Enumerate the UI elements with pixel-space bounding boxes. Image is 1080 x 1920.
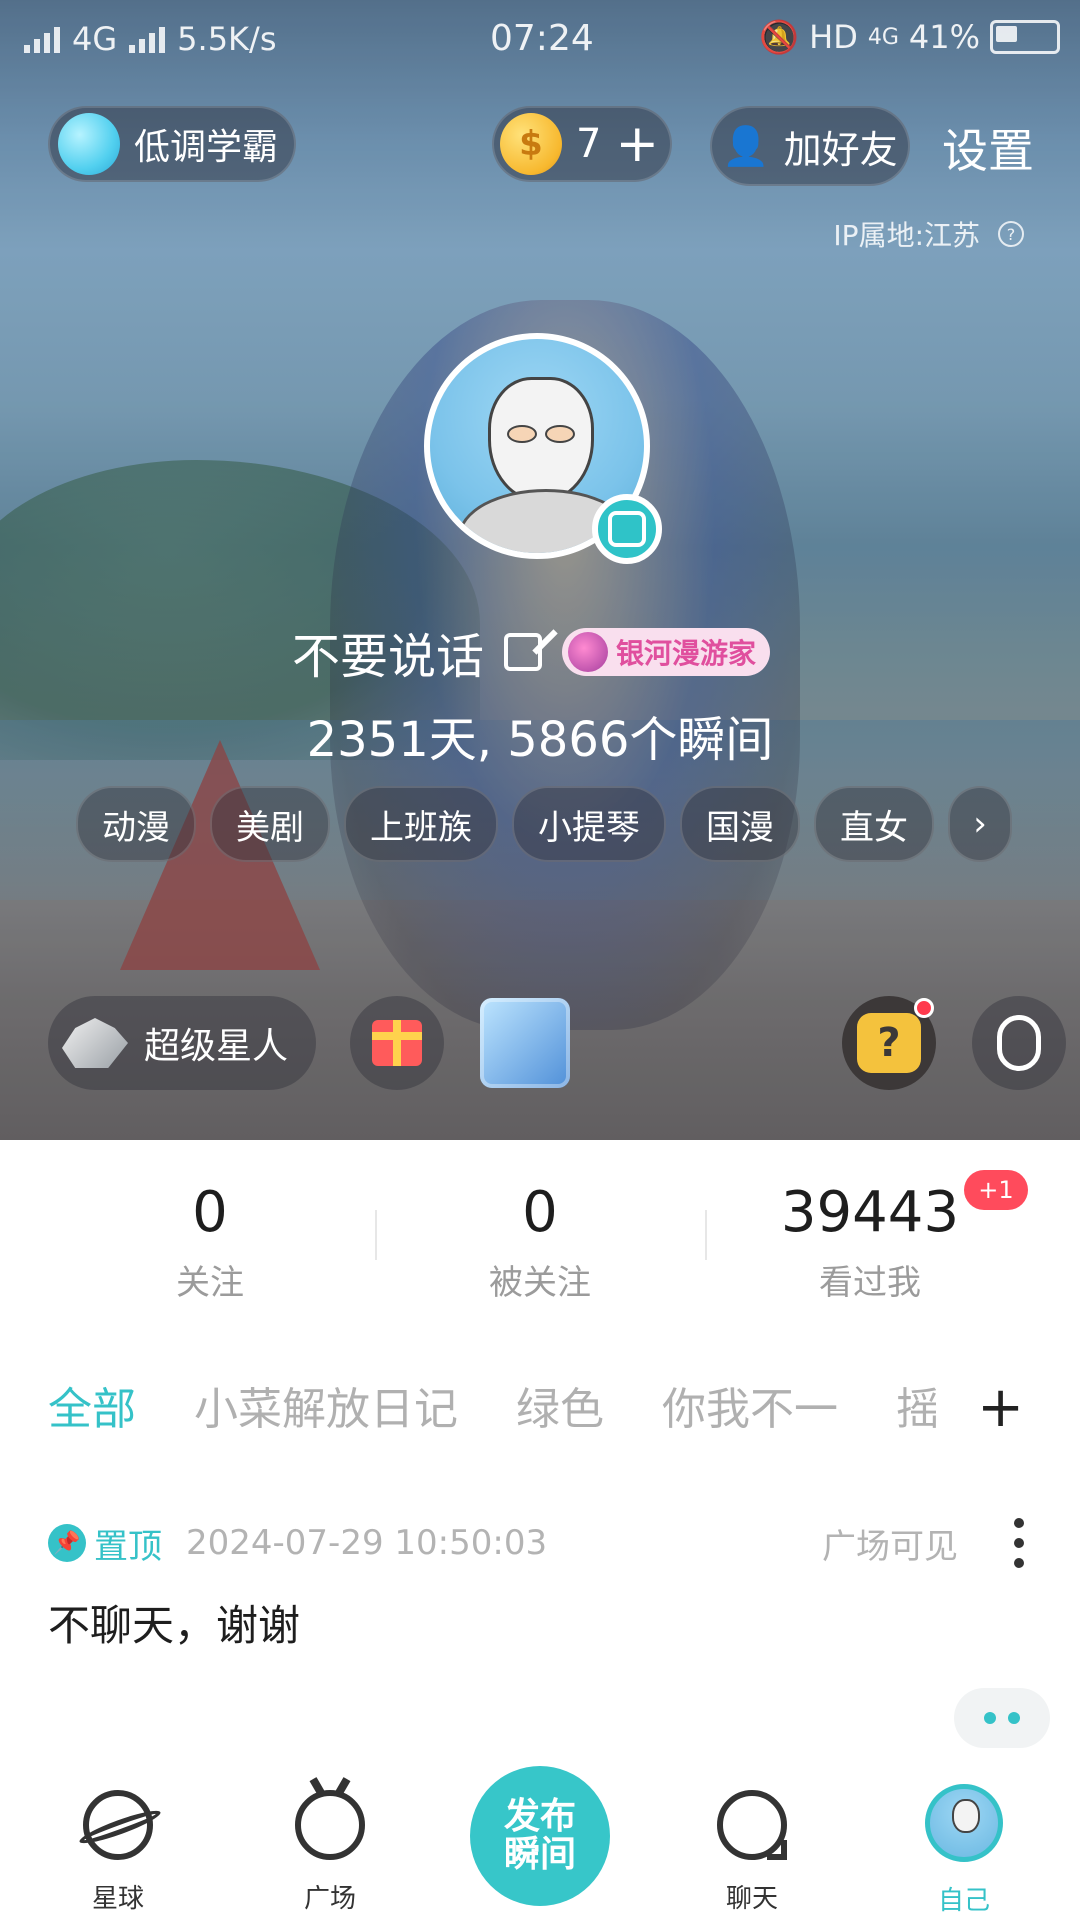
nav-self[interactable]: 自己 [884, 1784, 1044, 1917]
publish-moment-button[interactable]: 发布 瞬间 [470, 1766, 610, 1906]
tab-category[interactable]: 你我不一 [662, 1373, 838, 1437]
tags-more-chevron-right-icon[interactable]: › [948, 786, 1012, 862]
profile-tag-label: 低调学霸 [134, 127, 279, 168]
nav-square-label: 广场 [303, 1884, 356, 1914]
visitors-new-badge: +1 [964, 1170, 1028, 1210]
category-tabs: 全部 小菜解放日记 绿色 你我不一 摇 [48, 1370, 1048, 1440]
nav-planet[interactable]: 星球 [38, 1790, 198, 1915]
self-avatar-icon [925, 1784, 1003, 1862]
hero-badges-row: 超级星人 ? [48, 996, 1066, 1090]
interest-tag[interactable]: 美剧 [210, 786, 330, 862]
profile-name-row: 不要说话 银河漫游家 [292, 617, 771, 687]
voice-icon [997, 1015, 1041, 1071]
mute-bell-icon: 🔕 [759, 18, 800, 56]
profile-tag-avatar-icon [58, 113, 120, 175]
pinned-label: 📌 置顶 [48, 1519, 162, 1568]
status-left: 4G 5.5K/s [24, 20, 276, 58]
interest-tag[interactable]: 动漫 [76, 786, 196, 862]
nav-chat[interactable]: 聊天 [672, 1790, 832, 1915]
count-divider [375, 1210, 377, 1260]
tab-all[interactable]: 全部 [48, 1373, 136, 1437]
mystery-cat-button[interactable]: ? [842, 996, 936, 1090]
followers-number: 0 [522, 1180, 558, 1245]
square-alien-icon [295, 1790, 365, 1860]
post-visibility: 广场可见 [822, 1526, 958, 1567]
settings-button[interactable]: 设置 [942, 115, 1034, 181]
following-count[interactable]: 0 关注 [60, 1180, 360, 1304]
pin-icon: 📌 [48, 1524, 86, 1562]
avatar-mask-face [488, 377, 594, 503]
gift-button[interactable] [350, 996, 444, 1090]
network-label-left: 4G [72, 20, 118, 58]
battery-icon [990, 20, 1060, 54]
superstar-button[interactable]: 超级星人 [48, 996, 316, 1090]
add-tab-plus-icon[interactable]: + [977, 1375, 1024, 1440]
coin-pill[interactable]: $ 7 + [492, 106, 672, 182]
title-badge-gem-icon [568, 632, 609, 672]
edit-name-icon[interactable] [504, 633, 543, 671]
battery-percent: 41% [908, 18, 980, 56]
hd-label: HD [809, 18, 858, 56]
tab-category[interactable]: 绿色 [516, 1373, 604, 1437]
avatar-level-badge-icon[interactable] [592, 494, 662, 564]
following-number: 0 [192, 1180, 228, 1245]
chat-bubble-icon [717, 1790, 787, 1860]
nav-chat-label: 聊天 [725, 1884, 778, 1914]
superstar-label: 超级星人 [144, 1026, 289, 1067]
chat-dots-bubble[interactable] [954, 1688, 1050, 1748]
profile-counts: 0 关注 0 被关注 39443 看过我 [0, 1160, 1080, 1303]
nav-planet-label: 星球 [91, 1884, 144, 1914]
profile-tag-pill[interactable]: 低调学霸 [48, 106, 296, 182]
title-badge-label: 银河漫游家 [616, 637, 757, 670]
post-timestamp: 2024-07-29 10:50:03 [186, 1523, 548, 1563]
interest-tag[interactable]: 上班族 [344, 786, 498, 862]
status-time: 07:24 [490, 18, 594, 59]
nav-square[interactable]: 广场 [250, 1790, 410, 1915]
interest-tag[interactable]: 直女 [814, 786, 934, 862]
planet-icon [83, 1790, 153, 1860]
tab-category[interactable]: 摇 [896, 1373, 936, 1437]
title-badge[interactable]: 银河漫游家 [562, 628, 771, 676]
add-friend-label: 加好友 [783, 127, 898, 172]
question-cat-icon: ? [857, 1013, 921, 1073]
add-friend-button[interactable]: 👤 加好友 [710, 106, 910, 186]
more-vertical-icon[interactable] [1014, 1518, 1024, 1568]
status-bar: 4G 5.5K/s 07:24 🔕 HD 4G 41% [0, 0, 1080, 76]
pinned-text: 置顶 [94, 1526, 162, 1567]
publish-line-2: 瞬间 [503, 1834, 576, 1875]
visitors-label: 看过我 [819, 1263, 921, 1303]
superstar-ship-icon [62, 1018, 128, 1068]
count-divider [705, 1210, 707, 1260]
tab-category[interactable]: 小菜解放日记 [194, 1373, 458, 1437]
network-speed: 5.5K/s [177, 20, 277, 58]
battery-fill [996, 26, 1017, 42]
interest-tags: 动漫 美剧 上班族 小提琴 国漫 直女 › [76, 786, 1012, 862]
add-friend-user-icon: 👤 [722, 123, 770, 168]
add-coin-plus-icon[interactable]: + [615, 118, 659, 170]
ip-location-text: IP属地:江苏 [833, 219, 980, 252]
home-window-badge-icon[interactable] [480, 998, 570, 1088]
signal-strength-icon-2 [129, 25, 166, 53]
post-text: 不聊天，谢谢 [48, 1601, 301, 1650]
help-icon[interactable]: ? [998, 221, 1024, 247]
voice-button[interactable] [972, 996, 1066, 1090]
nav-self-label: 自己 [937, 1886, 990, 1916]
status-right: 🔕 HD 4G 41% [759, 18, 1060, 56]
followers-count[interactable]: 0 被关注 [390, 1180, 690, 1304]
coin-icon: $ [500, 113, 562, 175]
coin-count: 7 [576, 121, 602, 167]
network-label-right: 4G [867, 24, 899, 50]
post-meta-row: 📌 置顶 2024-07-29 10:50:03 广场可见 [48, 1518, 1038, 1568]
profile-name: 不要说话 [292, 629, 485, 685]
gift-icon [372, 1020, 422, 1066]
following-label: 关注 [176, 1263, 244, 1303]
profile-stats-line: 2351天, 5866个瞬间 [306, 712, 774, 768]
publish-line-1: 发布 [503, 1796, 576, 1838]
interest-tag[interactable]: 小提琴 [512, 786, 666, 862]
signal-strength-icon [24, 25, 60, 53]
ip-location: IP属地:江苏 ? [833, 214, 1024, 254]
followers-label: 被关注 [489, 1263, 591, 1303]
interest-tag[interactable]: 国漫 [680, 786, 800, 862]
notification-dot [914, 998, 934, 1018]
